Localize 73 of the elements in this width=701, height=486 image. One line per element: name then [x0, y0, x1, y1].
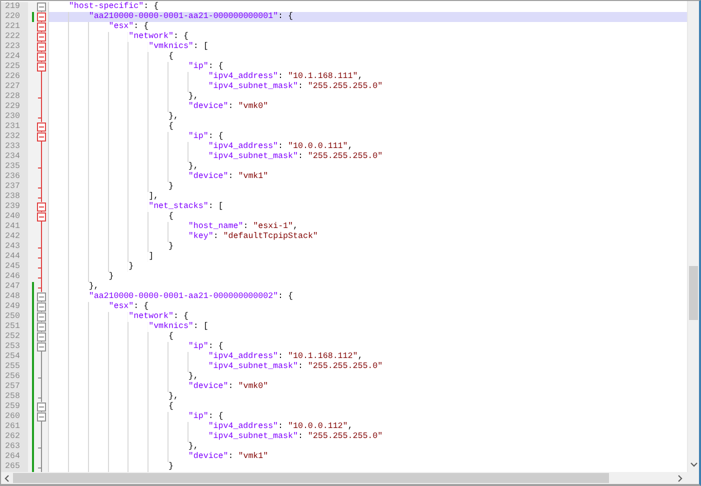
fold-toggle-icon[interactable]: [37, 22, 46, 32]
line-number: 227: [4, 82, 21, 92]
line-number: 235: [4, 162, 21, 172]
fold-toggle-icon[interactable]: [37, 332, 46, 342]
scrollbar-thumb[interactable]: [689, 266, 698, 320]
line-number: 242: [4, 232, 21, 242]
fold-toggle-icon[interactable]: [37, 212, 46, 222]
chevron-down-icon[interactable]: [690, 462, 698, 468]
line-number: 254: [4, 352, 21, 362]
line-number: 251: [4, 322, 21, 332]
fold-toggle-icon[interactable]: [37, 12, 46, 22]
line-number: 255: [4, 362, 21, 372]
line-number: 253: [4, 342, 21, 352]
horizontal-scrollbar[interactable]: [1, 472, 687, 484]
line-number: 256: [4, 372, 21, 382]
line-number: 250: [4, 312, 21, 322]
fold-toggle-icon[interactable]: [37, 32, 46, 42]
line-number: 225: [4, 62, 21, 72]
line-number: 226: [4, 72, 21, 82]
line-number: 222: [4, 32, 21, 42]
line-number: 231: [4, 122, 21, 132]
line-number: 263: [4, 442, 21, 452]
fold-toggle-icon[interactable]: [37, 292, 46, 302]
line-number: 239: [4, 202, 21, 212]
fold-toggle-icon[interactable]: [37, 52, 46, 62]
line-number: 229: [4, 102, 21, 112]
chevron-left-icon[interactable]: [4, 475, 10, 482]
line-number: 241: [4, 222, 21, 232]
fold-toggle-icon[interactable]: [37, 302, 46, 312]
fold-toggle-icon[interactable]: [37, 402, 46, 412]
fold-toggle-icon[interactable]: [37, 342, 46, 352]
line-number: 233: [4, 142, 21, 152]
fold-toggle-icon[interactable]: [37, 2, 46, 12]
line-number: 228: [4, 92, 21, 102]
line-number: 230: [4, 112, 21, 122]
line-number: 259: [4, 402, 21, 412]
fold-toggle-icon[interactable]: [37, 62, 46, 72]
fold-toggle-icon[interactable]: [37, 42, 46, 52]
line-number: 244: [4, 252, 21, 262]
line-number: 243: [4, 242, 21, 252]
line-number: 264: [4, 452, 21, 462]
line-number: 260: [4, 412, 21, 422]
fold-toggle-icon[interactable]: [37, 122, 46, 132]
line-number: 232: [4, 132, 21, 142]
line-number: 246: [4, 272, 21, 282]
fold-toggle-icon[interactable]: [37, 132, 46, 142]
line-number: 248: [4, 292, 21, 302]
line-number: 265: [4, 462, 21, 472]
line-number: 221: [4, 22, 21, 32]
line-number: 249: [4, 302, 21, 312]
line-number: 247: [4, 282, 21, 292]
fold-toggle-icon[interactable]: [37, 312, 46, 322]
fold-toggle-icon[interactable]: [37, 202, 46, 212]
line-number: 219: [4, 2, 21, 12]
line-number: 261: [4, 422, 21, 432]
line-number: 257: [4, 382, 21, 392]
line-number: 245: [4, 262, 21, 272]
line-number: 252: [4, 332, 21, 342]
line-number: 236: [4, 172, 21, 182]
line-number: 223: [4, 42, 21, 52]
line-number: 220: [4, 12, 21, 22]
scrollbar-thumb[interactable]: [13, 473, 609, 483]
line-number: 237: [4, 182, 21, 192]
line-number: 238: [4, 192, 21, 202]
line-number: 240: [4, 212, 21, 222]
line-number: 262: [4, 432, 21, 442]
line-number: 224: [4, 52, 21, 62]
line-number: 258: [4, 392, 21, 402]
vertical-scrollbar[interactable]: [687, 1, 699, 472]
fold-toggle-icon[interactable]: [37, 322, 46, 332]
fold-toggle-icon[interactable]: [37, 412, 46, 422]
line-number: 234: [4, 152, 21, 162]
chevron-right-icon[interactable]: [677, 475, 683, 482]
